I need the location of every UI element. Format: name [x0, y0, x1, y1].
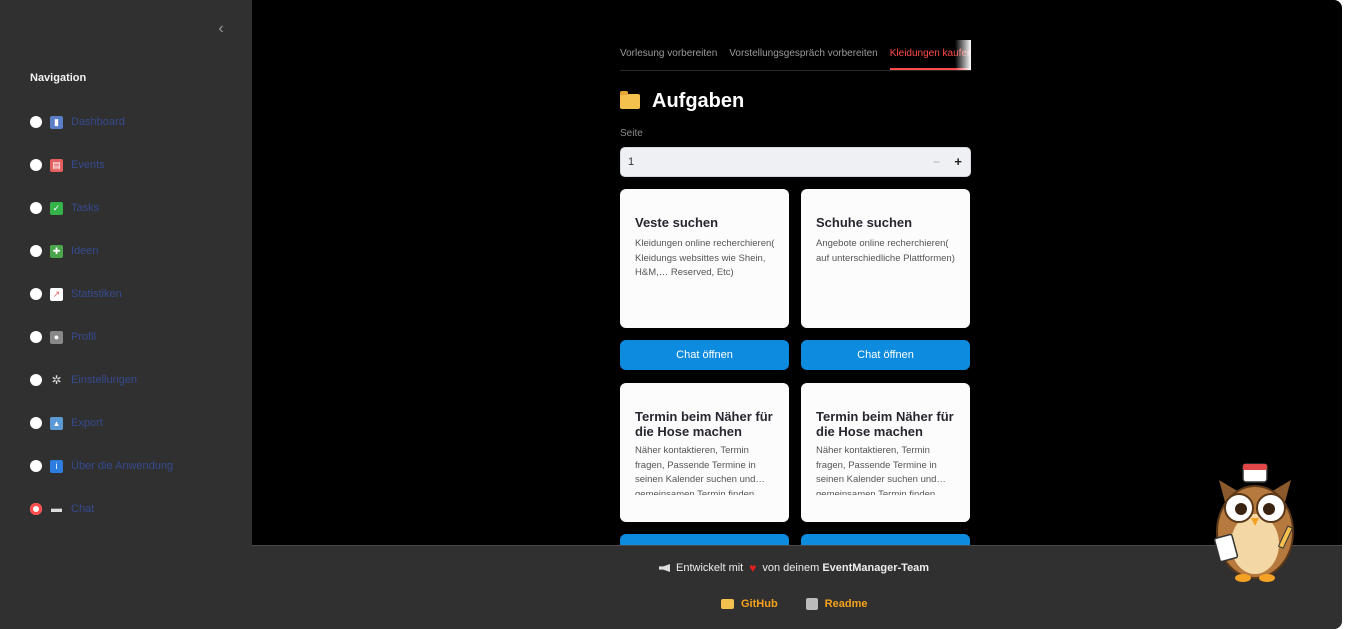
- chart-icon: ▮: [50, 115, 63, 129]
- decrement-button[interactable]: −: [933, 155, 940, 169]
- task-title: Termin beim Näher für die Hose machen: [635, 409, 773, 437]
- tab-vorstellungsgespraech[interactable]: Vorstellungsgespräch vorbereiten: [729, 40, 877, 70]
- megaphone-icon: [659, 564, 670, 572]
- page-label: Seite: [620, 128, 643, 139]
- calendar-icon: ▤: [50, 158, 63, 172]
- nav-label: Profil: [71, 331, 97, 343]
- nav-label: Dashboard: [71, 116, 125, 128]
- page-heading: Aufgaben: [620, 90, 744, 113]
- radio-button[interactable]: [30, 460, 42, 472]
- nav-item-dashboard[interactable]: ▮ Dashboard: [30, 112, 125, 132]
- document-icon: [805, 598, 818, 610]
- nav-label: Chat: [71, 503, 95, 515]
- radio-button[interactable]: [30, 288, 42, 300]
- nav-item-chat[interactable]: ▬ Chat: [30, 499, 94, 519]
- task-title: Veste suchen: [635, 215, 719, 230]
- footer: Entwickelt mit ♥ von deinem EventManager…: [252, 545, 1342, 629]
- owl-mascot-icon[interactable]: [1205, 462, 1305, 584]
- radio-button-selected[interactable]: [30, 503, 42, 515]
- sidebar: ‹ Navigation ▮ Dashboard ▤ Events ✓ Task…: [0, 0, 252, 629]
- task-card: Veste suchen Kleidungen online recherchi…: [620, 189, 789, 328]
- radio-button[interactable]: [30, 116, 42, 128]
- github-link[interactable]: GitHub: [721, 598, 778, 610]
- nav-item-export[interactable]: ▴ Export: [30, 413, 103, 433]
- task-description: Näher kontaktieren, Termin fragen, Passe…: [816, 445, 946, 495]
- task-card: Termin beim Näher für die Hose machen Nä…: [620, 383, 789, 522]
- footer-links: GitHub Readme: [721, 598, 895, 610]
- task-description: Näher kontaktieren, Termin fragen, Passe…: [635, 445, 765, 495]
- radio-button[interactable]: [30, 245, 42, 257]
- tab-overflow-fade: [955, 40, 971, 70]
- task-description: Angebote online recherchieren( auf unter…: [816, 238, 955, 264]
- radio-button[interactable]: [30, 159, 42, 171]
- nav-label: Export: [71, 417, 103, 429]
- radio-button[interactable]: [30, 202, 42, 214]
- info-icon: i: [50, 459, 63, 473]
- heart-icon: ♥: [749, 561, 757, 575]
- main-content: Vorlesung vorbereiten Vorstellungsgesprä…: [252, 0, 1342, 564]
- nav-item-einstellungen[interactable]: ✲ Einstellungen: [30, 370, 137, 390]
- tab-vorlesung[interactable]: Vorlesung vorbereiten: [620, 40, 717, 70]
- increment-button[interactable]: +: [954, 154, 962, 169]
- nav-item-about[interactable]: i Über die Anwendung: [30, 456, 173, 476]
- readme-label: Readme: [824, 598, 868, 610]
- task-title: Schuhe suchen: [816, 215, 913, 230]
- export-icon: ▴: [50, 416, 63, 430]
- nav-label: Events: [71, 159, 105, 171]
- task-card: Termin beim Näher für die Hose machen Nä…: [801, 383, 970, 522]
- github-label: GitHub: [741, 598, 778, 610]
- radio-button[interactable]: [30, 374, 42, 386]
- app-window: ‹ Navigation ▮ Dashboard ▤ Events ✓ Task…: [0, 0, 1342, 629]
- collapse-sidebar-button[interactable]: ‹: [212, 20, 230, 38]
- task-description: Kleidungen online recherchieren( Kleidun…: [635, 238, 775, 278]
- folder-icon: [721, 599, 734, 609]
- footer-prefix: Entwickelt mit: [676, 562, 744, 574]
- footer-middle: von deinem: [762, 562, 820, 574]
- footer-team: EventManager-Team: [822, 562, 930, 574]
- checkmark-icon: ✓: [50, 201, 63, 215]
- open-chat-button[interactable]: Chat öffnen: [801, 340, 970, 370]
- page-number-value[interactable]: 1: [628, 156, 634, 168]
- nav-title: Navigation: [30, 72, 87, 84]
- nav-label: Über die Anwendung: [71, 460, 174, 472]
- task-title: Termin beim Näher für die Hose machen: [816, 409, 954, 437]
- nav-label: Statistiken: [71, 288, 122, 300]
- radio-button[interactable]: [30, 331, 42, 343]
- nav-item-tasks[interactable]: ✓ Tasks: [30, 198, 99, 218]
- open-chat-button[interactable]: Chat öffnen: [620, 340, 789, 370]
- nav-label: Ideen: [71, 245, 99, 257]
- tab-bar: Vorlesung vorbereiten Vorstellungsgesprä…: [620, 40, 971, 71]
- readme-link[interactable]: Readme: [805, 598, 868, 610]
- gear-icon: ✲: [50, 372, 63, 387]
- folder-icon: [620, 91, 640, 109]
- radio-button[interactable]: [30, 417, 42, 429]
- person-icon: ●: [50, 330, 63, 344]
- speech-bubble-icon: ▬: [50, 502, 63, 516]
- nav-item-ideen[interactable]: ✚ Ideen: [30, 241, 99, 261]
- page-title: Aufgaben: [652, 90, 745, 112]
- nav-item-profil[interactable]: ● Profil: [30, 327, 96, 347]
- nav-item-statistiken[interactable]: ↗ Statistiken: [30, 284, 122, 304]
- nav-item-events[interactable]: ▤ Events: [30, 155, 105, 175]
- task-card: Schuhe suchen Angebote online recherchie…: [801, 189, 970, 328]
- puzzle-icon: ✚: [50, 244, 63, 258]
- nav-label: Einstellungen: [71, 374, 138, 386]
- nav-label: Tasks: [71, 202, 100, 214]
- page-number-input[interactable]: 1 − +: [620, 147, 971, 177]
- footer-credit: Entwickelt mit ♥ von deinem EventManager…: [659, 561, 929, 575]
- trend-icon: ↗: [50, 287, 63, 301]
